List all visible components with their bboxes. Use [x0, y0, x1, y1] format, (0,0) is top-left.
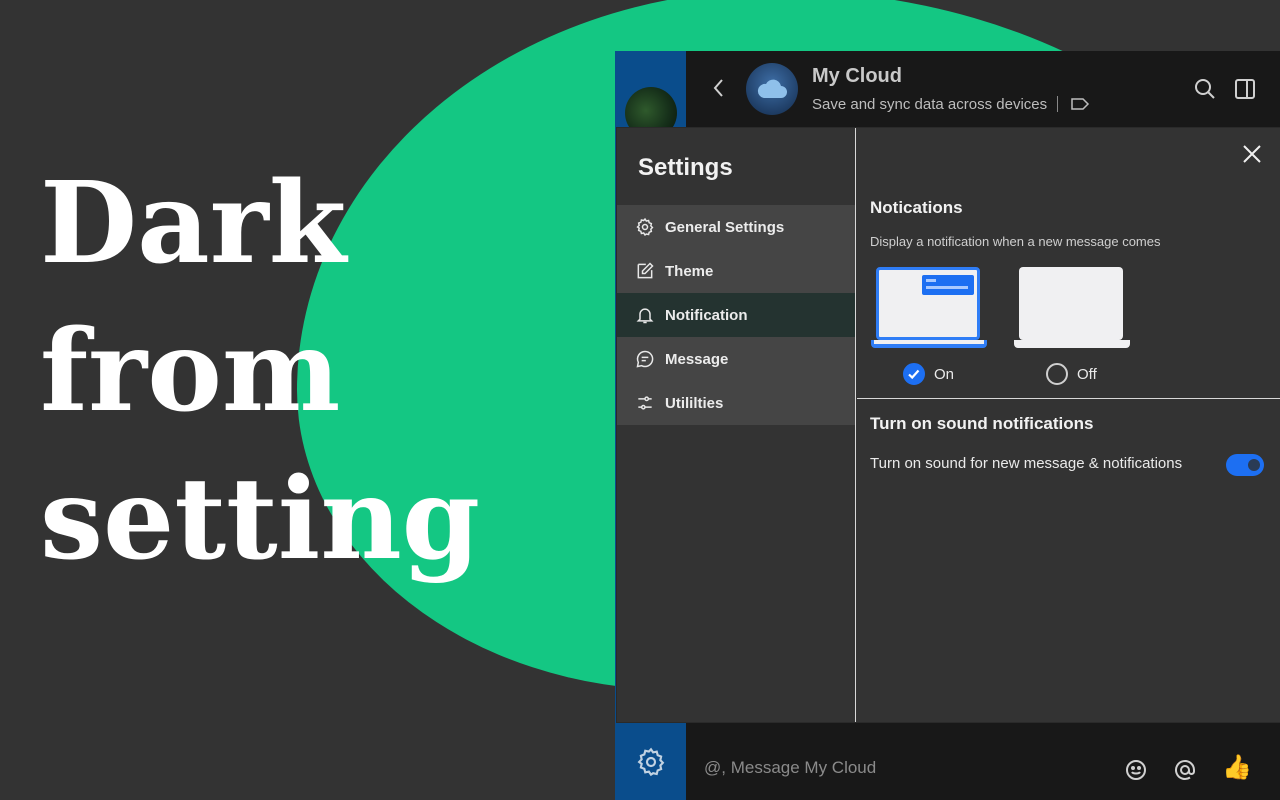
emoji-icon[interactable]	[1124, 758, 1148, 782]
settings-nav: General Settings Theme Notification Mess…	[617, 205, 855, 425]
nav-label: Utililties	[665, 394, 724, 412]
chat-avatar[interactable]	[746, 63, 798, 115]
message-input[interactable]	[704, 756, 1104, 780]
tag-icon[interactable]	[1070, 96, 1090, 112]
notification-off-preview[interactable]	[1014, 267, 1130, 349]
laptop-screen	[876, 267, 980, 340]
panel-icon[interactable]	[1233, 77, 1257, 101]
sliders-icon	[638, 396, 652, 410]
promo-headline: Dark from setting	[40, 158, 481, 585]
laptop-base	[871, 340, 987, 348]
settings-dialog: Settings General Settings Theme Notifica…	[617, 128, 1280, 722]
settings-gear-icon[interactable]	[635, 746, 667, 778]
gear-icon	[636, 217, 654, 236]
laptop-screen	[1019, 267, 1123, 340]
nav-item-utilities[interactable]: Utililties	[617, 381, 855, 425]
chat-subtitle: Save and sync data across devices	[812, 96, 1048, 113]
radio-label: Off	[1077, 365, 1097, 383]
settings-sidebar: Settings General Settings Theme Notifica…	[617, 128, 856, 722]
sound-toggle-label: Turn on sound for new message & notifica…	[870, 455, 1183, 472]
notification-card-illustration	[922, 275, 974, 295]
nav-label: Theme	[665, 262, 714, 280]
toggle-knob	[1248, 459, 1260, 471]
radio-checked-icon[interactable]	[903, 363, 925, 385]
nav-label: Message	[665, 350, 729, 368]
notification-on-option[interactable]: On	[903, 363, 954, 385]
at-icon[interactable]	[1173, 758, 1197, 782]
laptop-base	[1014, 340, 1130, 348]
settings-content: Notications Display a notification when …	[857, 128, 1280, 722]
notifications-section-title: Notications	[870, 198, 963, 217]
edit-icon	[637, 262, 654, 279]
settings-title: Settings	[638, 154, 733, 181]
close-icon[interactable]	[1240, 142, 1264, 166]
bell-icon	[636, 308, 654, 324]
notification-on-preview[interactable]	[871, 267, 987, 349]
notification-off-option[interactable]: Off	[1046, 363, 1097, 385]
sound-section-title: Turn on sound notifications	[870, 414, 1094, 433]
message-composer: 👍	[686, 722, 1280, 800]
radio-unchecked-icon[interactable]	[1046, 363, 1068, 385]
nav-label: Notification	[665, 306, 748, 324]
nav-label: General Settings	[665, 218, 785, 236]
section-divider	[857, 398, 1280, 399]
subtitle-divider	[1057, 96, 1058, 112]
back-icon[interactable]	[710, 77, 728, 99]
chat-title: My Cloud	[812, 65, 902, 87]
nav-item-theme[interactable]: Theme	[617, 249, 855, 293]
nav-item-notification[interactable]: Notification	[617, 293, 855, 337]
nav-item-general-settings[interactable]: General Settings	[617, 205, 855, 249]
notifications-description: Display a notification when a new messag…	[870, 234, 1161, 249]
radio-label: On	[934, 365, 955, 383]
chat-icon	[636, 350, 654, 368]
thumbs-up-icon[interactable]: 👍	[1222, 752, 1252, 782]
chat-header: My Cloud Save and sync data across devic…	[686, 51, 1280, 128]
nav-item-message[interactable]: Message	[617, 337, 855, 381]
cloud-icon	[757, 79, 787, 98]
search-icon[interactable]	[1193, 77, 1217, 101]
sound-toggle[interactable]	[1226, 454, 1264, 476]
